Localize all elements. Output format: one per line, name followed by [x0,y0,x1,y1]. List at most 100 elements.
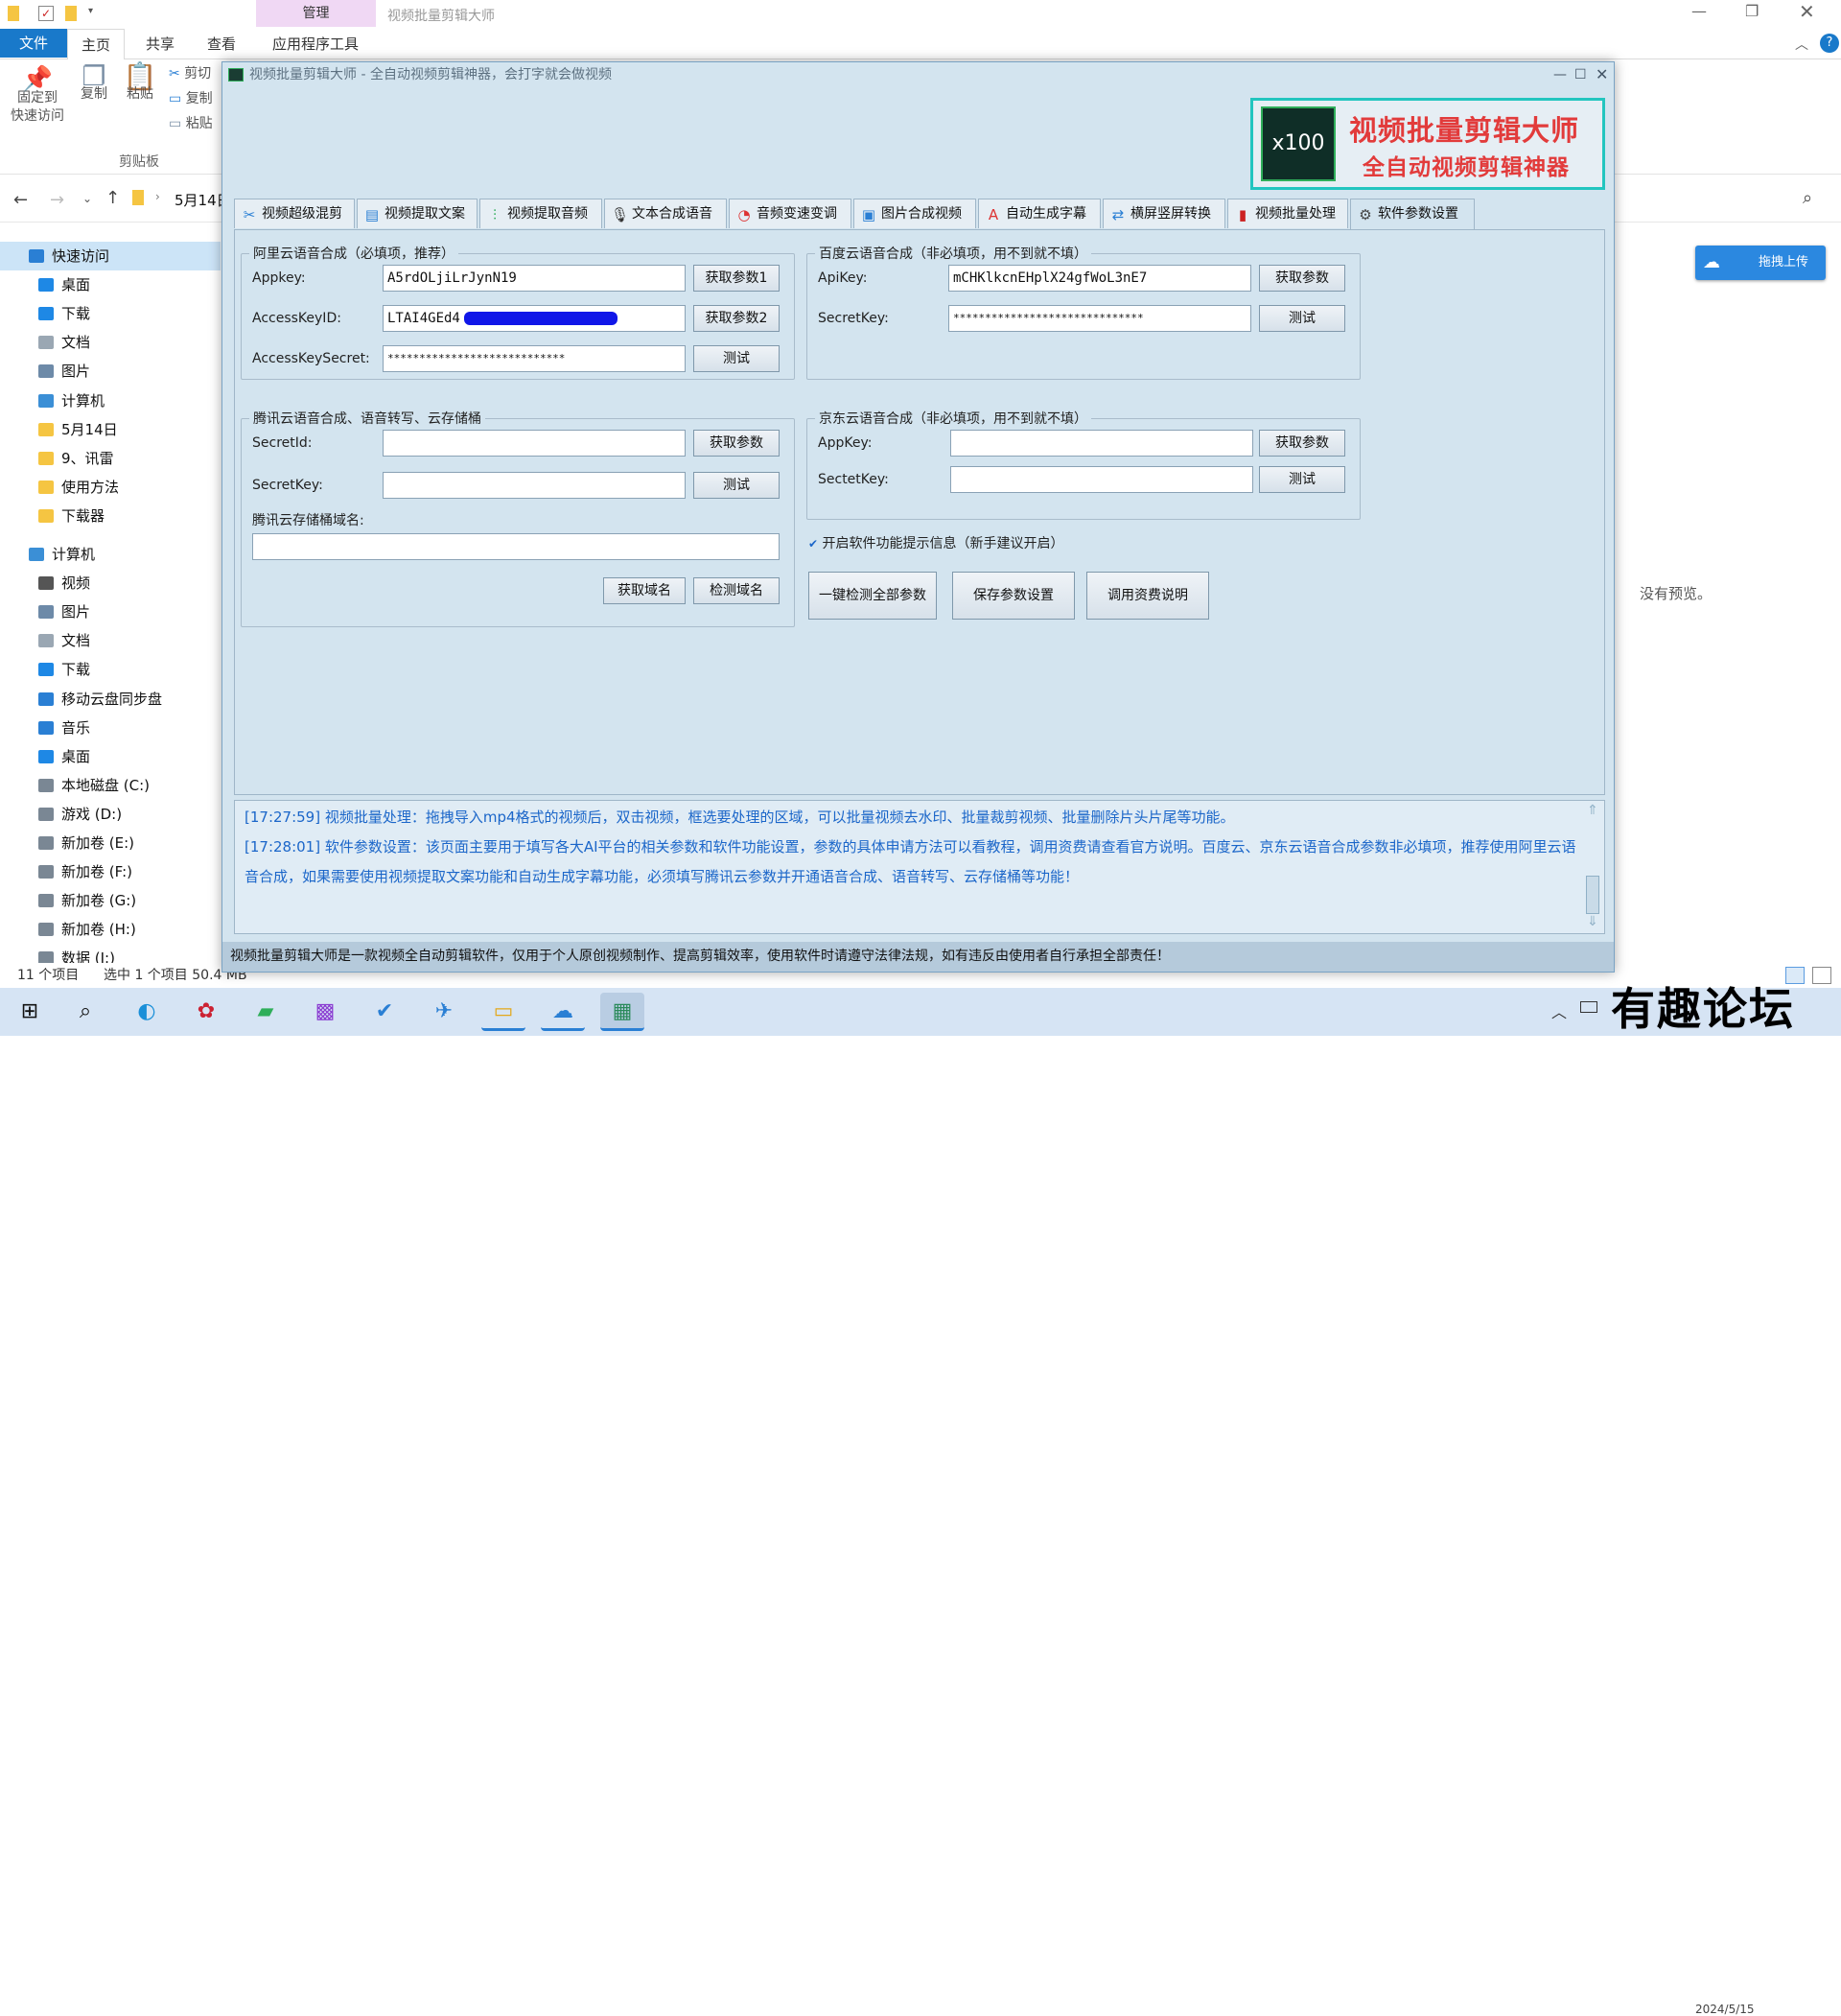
cloud-drive-icon[interactable]: ☁ [541,993,585,1031]
minimize-button[interactable]: — [1691,2,1707,20]
feishu-icon[interactable]: ✈ [422,993,466,1031]
taskbar-date[interactable]: 2024/5/15 [1695,2003,1755,2016]
nav-item[interactable]: 移动云盘同步盘 [0,685,221,714]
nav-item[interactable]: 图片 [0,357,221,386]
nav-item[interactable]: 计算机 [0,387,221,415]
scroll-down-icon[interactable]: ⇓ [1584,914,1601,931]
tencent-secretid-input[interactable] [383,430,686,457]
video-editor-icon[interactable]: ▦ [600,993,644,1031]
copy-path-button[interactable]: ▭ 复制 [169,90,213,108]
scroll-thumb[interactable] [1586,876,1599,914]
tab-rotate[interactable]: ⇄ 横屏竖屏转换 [1103,199,1225,228]
tencent-secretkey-input[interactable] [383,472,686,499]
tab-film[interactable]: ▮ 视频批量处理 [1227,199,1348,228]
nav-item[interactable]: 快速访问 [0,242,221,270]
search-icon[interactable]: ⌕ [63,993,107,1031]
aliyun-aks-input[interactable]: **************************** [383,345,686,372]
cut-button[interactable]: ✂ 剪切 [169,65,211,83]
jd-appkey-input[interactable] [950,430,1253,457]
nav-item[interactable]: 游戏 (D:) [0,800,221,829]
nav-item[interactable]: 新加卷 (H:) [0,915,221,944]
tab-view[interactable]: 查看 [194,29,249,59]
tab-file[interactable]: 文件 [0,29,67,58]
tencent-test-button[interactable]: 测试 [693,472,780,499]
up-icon[interactable]: ↑ [105,188,120,208]
tab-share[interactable]: 共享 [132,29,188,59]
jd-secretkey-input[interactable] [950,466,1253,493]
nav-item[interactable]: 文档 [0,626,221,655]
jd-get-param-button[interactable]: 获取参数 [1259,430,1345,457]
help-icon[interactable]: ? [1820,34,1839,53]
scroll-up-icon[interactable]: ⇑ [1584,803,1601,820]
file-explorer-icon[interactable]: ▭ [481,993,525,1031]
tencent-get-domain-button[interactable]: 获取域名 [603,577,686,604]
drag-upload-button[interactable]: ☁ 拖拽上传 [1695,246,1826,280]
tab-image[interactable]: ▣ 图片合成视频 [853,199,976,228]
nav-item[interactable]: 文档 [0,328,221,357]
nav-item[interactable]: 9、讯雷 [0,444,221,473]
jd-test-button[interactable]: 测试 [1259,466,1345,493]
tencent-get-param-button[interactable]: 获取参数 [693,430,780,457]
nav-item[interactable]: 新加卷 (F:) [0,857,221,886]
tencent-check-domain-button[interactable]: 检测域名 [693,577,780,604]
app-close-button[interactable]: ✕ [1596,62,1608,87]
battery-icon[interactable] [1580,1001,1597,1013]
app-minimize-button[interactable]: — [1553,62,1567,87]
nav-item[interactable]: 下载 [0,299,221,328]
tips-checkbox[interactable]: ✔ 开启软件功能提示信息（新手建议开启） [808,533,1064,552]
nav-item[interactable]: 5月14日 [0,415,221,444]
baidu-test-button[interactable]: 测试 [1259,305,1345,332]
restore-button[interactable]: ❐ [1745,2,1759,20]
pin-quick-access-button[interactable]: 📌 固定到 快速访问 [8,67,67,126]
tab-audio-wave[interactable]: ⫶ 视频提取音频 [479,199,602,228]
paste-button[interactable]: 📋 粘贴 [119,63,161,104]
fee-info-button[interactable]: 调用资费说明 [1086,572,1209,620]
tab-subtitle[interactable]: A 自动生成字幕 [978,199,1101,228]
edge-icon[interactable]: ◐ [125,993,169,1031]
pinwheel-icon[interactable]: ✿ [184,993,228,1031]
tray-chevron-icon[interactable]: ︿ [1551,999,1567,1022]
tab-gear[interactable]: ⚙ 软件参数设置 [1350,199,1475,230]
copy-button[interactable]: ❐ 复制 [73,63,115,104]
tencent-domain-input[interactable] [252,533,780,560]
app-maximize-button[interactable]: ☐ [1574,62,1587,87]
save-params-button[interactable]: 保存参数设置 [952,572,1075,620]
nav-item[interactable]: 新加卷 (G:) [0,886,221,915]
book-icon[interactable]: ▰ [244,993,288,1031]
baidu-apikey-input[interactable]: mCHKlkcnEHplX24gfWoL3nE7 [948,265,1251,292]
aliyun-appkey-input[interactable]: A5rdOLjiLrJynN19 [383,265,686,292]
baidu-get-param-button[interactable]: 获取参数 [1259,265,1345,292]
tab-document[interactable]: ▤ 视频提取文案 [357,199,478,228]
nav-item[interactable]: 下载 [0,655,221,684]
aliyun-get-param1-button[interactable]: 获取参数1 [693,265,780,292]
aliyun-test-button[interactable]: 测试 [693,345,780,372]
nav-item[interactable]: 图片 [0,598,221,626]
nav-item[interactable]: 本地磁盘 (C:) [0,771,221,800]
checkbox-icon[interactable]: ✓ [38,6,54,21]
quick-access-dropdown-icon[interactable]: ▾ [88,6,93,16]
nav-item[interactable]: 桌面 [0,270,221,299]
ribbon-manage-tab[interactable]: 管理 [256,0,376,27]
forward-icon[interactable]: → [50,190,64,210]
check-app-icon[interactable]: ✔ [362,993,407,1031]
new-folder-icon[interactable] [65,6,77,21]
aliyun-get-param2-button[interactable]: 获取参数2 [693,305,780,332]
tab-gauge[interactable]: ◔ 音频变速变调 [729,199,851,228]
nav-item[interactable]: 使用方法 [0,473,221,502]
tab-scissors[interactable]: ✂ 视频超级混剪 [234,199,355,228]
nav-item[interactable]: 计算机 [0,540,221,569]
check-all-params-button[interactable]: 一键检测全部参数 [808,572,937,620]
tab-app-tools[interactable]: 应用程序工具 [259,29,372,59]
close-button[interactable]: ✕ [1799,0,1815,23]
log-scrollbar[interactable]: ⇑ ⇓ [1584,803,1601,931]
ide-icon[interactable]: ▩ [303,993,347,1031]
large-icons-view-icon[interactable] [1812,967,1831,984]
recent-dropdown-icon[interactable]: ⌄ [82,192,92,205]
nav-item[interactable]: 下载器 [0,502,221,530]
back-icon[interactable]: ← [13,190,28,210]
nav-item[interactable]: 视频 [0,569,221,598]
start-icon[interactable]: ⊞ [8,993,52,1031]
tab-home[interactable]: 主页 [67,29,126,59]
paste-shortcut-button[interactable]: ▭ 粘贴 [169,115,213,133]
aliyun-akid-input[interactable]: LTAI4GEd4 [383,305,686,332]
